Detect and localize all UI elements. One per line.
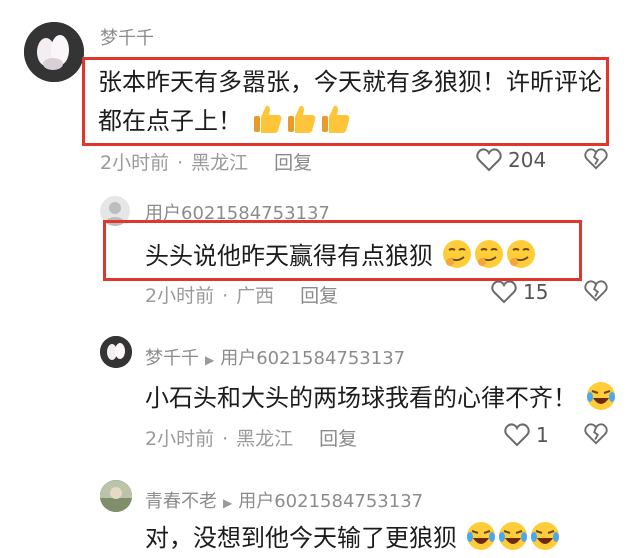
thumbs-up-icon: [284, 102, 318, 142]
flower-avatar-image: [24, 22, 84, 82]
heart-icon: [491, 280, 517, 304]
thumbs-up-icon: [318, 102, 352, 142]
comment-text-label: 小石头和大头的两场球我看的心律不齐！: [145, 384, 577, 412]
dislike-button[interactable]: [584, 280, 608, 306]
laughing-crying-face-icon: [497, 520, 529, 558]
heart-icon: [476, 148, 502, 172]
smirk-face-icon: [441, 238, 473, 276]
reply-button[interactable]: 回复: [300, 285, 338, 307]
reply-to-user[interactable]: 用户6021584753137: [220, 348, 405, 369]
comment-text-line1: 张本昨天有多嚣张，今天就有多狼狈！许昕评论: [98, 68, 602, 96]
like-count: 15: [523, 280, 549, 304]
avatar[interactable]: [100, 480, 132, 512]
like-button[interactable]: 15: [491, 279, 548, 305]
dislike-button[interactable]: [584, 148, 608, 174]
comment-time: 2小时前: [100, 152, 170, 174]
avatar[interactable]: [100, 336, 132, 368]
comment-author[interactable]: 梦千千: [100, 24, 154, 50]
reply-button[interactable]: 回复: [274, 152, 312, 174]
like-count: 204: [508, 148, 547, 172]
comment-author[interactable]: 青春不老: [145, 491, 217, 512]
comment-author[interactable]: 梦千千: [145, 348, 199, 369]
thumbs-up-icon: [250, 102, 284, 142]
dislike-button[interactable]: [584, 423, 608, 449]
comment-location: 黑龙江: [191, 152, 249, 174]
reply-to-user[interactable]: 用户6021584753137: [238, 491, 423, 512]
photo-avatar-image: [100, 480, 132, 512]
laughing-crying-face-icon: [585, 380, 617, 418]
laughing-crying-face-icon: [465, 520, 497, 558]
smirk-face-icon: [473, 238, 505, 276]
comment-text: 头头说他昨天赢得有点狼狈: [145, 236, 537, 276]
comment-text-label: 头头说他昨天赢得有点狼狈: [145, 242, 433, 270]
reply-arrow-icon: ▶: [223, 496, 233, 510]
comment-text: 小石头和大头的两场球我看的心律不齐！: [145, 378, 617, 418]
like-button[interactable]: 204: [476, 147, 546, 173]
comment-meta: 2小时前 · 广西 回复: [145, 285, 339, 307]
comment-text-line2: 都在点子上！: [98, 101, 352, 142]
reply-arrow-icon: ▶: [205, 353, 215, 367]
avatar[interactable]: [24, 22, 84, 82]
comment-location: 黑龙江: [236, 428, 294, 450]
reply-button[interactable]: 回复: [319, 428, 357, 450]
heart-icon: [504, 423, 530, 447]
comment-text: 对，没想到他今天输了更狼狈: [145, 518, 561, 558]
comment-author-line: 青春不老 ▶ 用户6021584753137: [145, 487, 423, 513]
comment-meta: 2小时前 · 黑龙江 回复: [100, 152, 313, 174]
laughing-crying-face-icon: [529, 520, 561, 558]
comment-time: 2小时前: [145, 428, 215, 450]
like-count: 1: [536, 423, 549, 447]
flower-avatar-image: [100, 336, 132, 368]
comment-author-line: 梦千千 ▶ 用户6021584753137: [145, 344, 405, 370]
like-button[interactable]: 1: [504, 422, 549, 448]
smirk-face-icon: [505, 238, 537, 276]
broken-heart-icon: [584, 148, 608, 170]
comment-text-label: 对，没想到他今天输了更狼狈: [145, 524, 457, 552]
comment-location: 广西: [236, 285, 275, 307]
comment-time: 2小时前: [145, 285, 215, 307]
broken-heart-icon: [584, 280, 608, 302]
broken-heart-icon: [584, 423, 608, 445]
comment-meta: 2小时前 · 黑龙江 回复: [145, 428, 358, 450]
comment-text-line2-label: 都在点子上！: [98, 107, 242, 135]
